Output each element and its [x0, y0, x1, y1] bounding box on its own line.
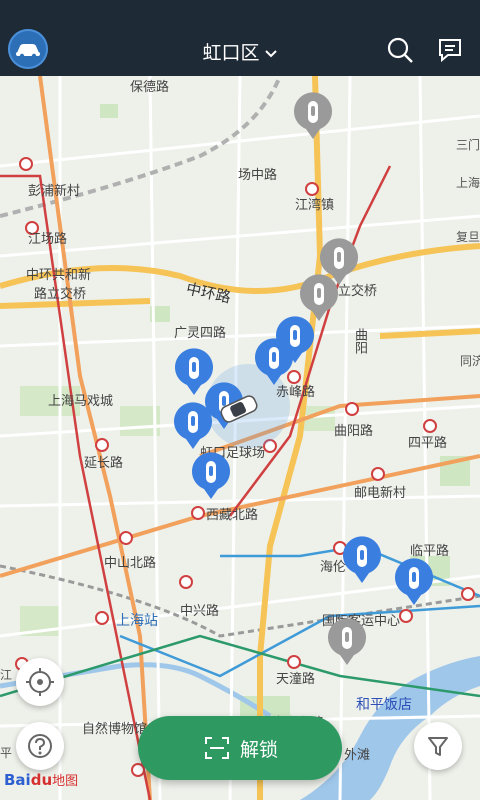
search-icon[interactable] [386, 36, 414, 64]
map-label: 广灵四路 [174, 326, 227, 341]
baidu-brand-du: du [30, 771, 53, 789]
unlock-button[interactable]: 解锁 [138, 716, 342, 780]
map-view[interactable]: 保德路 彭浦新村 场中路 江湾镇 江场路 中环共和新 路立交桥 中环路 立交桥 … [0, 76, 480, 800]
baidu-map-attribution: Baidu地图 [4, 770, 78, 789]
map-label: 曲阳 [352, 328, 367, 354]
map-label: 复旦 [456, 230, 480, 244]
vehicle-pin-gray[interactable] [298, 274, 340, 322]
map-label: 江场路 [28, 232, 68, 247]
map-label: 江湾镇 [295, 198, 335, 213]
baidu-brand: Bai [4, 771, 31, 789]
map-label: 中环共和新 [26, 268, 92, 283]
map-label: 延长路 [84, 456, 124, 471]
map-label: 邮电新村 [354, 486, 407, 501]
baidu-map-text: 地图 [52, 774, 79, 789]
vehicle-pin-blue[interactable] [172, 402, 214, 450]
map-label: 平 [0, 746, 13, 760]
map-label: 四平路 [408, 436, 448, 451]
map-label: 中山北路 [104, 556, 157, 571]
map-label: 西藏北路 [206, 508, 259, 523]
map-label: 同济 [460, 354, 480, 368]
map-label: 中兴路 [180, 604, 220, 619]
map-label: 彭浦新村 [28, 184, 81, 199]
map-label: 上海站 [116, 613, 158, 629]
current-location-car-icon [217, 394, 261, 424]
scan-icon [205, 737, 229, 759]
map-label: 临平路 [410, 544, 450, 559]
district-title: 虹口区 [202, 42, 260, 64]
map-label: 外滩 [344, 748, 371, 763]
map-label: 保德路 [130, 80, 170, 95]
map-label: 上海 [456, 176, 480, 190]
map-label: 自然博物馆 [82, 722, 148, 737]
map-label: 天潼路 [276, 672, 316, 687]
map-label: 上海马戏城 [48, 394, 114, 409]
chevron-down-icon [264, 42, 278, 64]
message-icon[interactable] [436, 36, 464, 64]
help-icon[interactable] [16, 722, 64, 770]
map-label: 场中路 [238, 168, 278, 183]
filter-icon[interactable] [414, 722, 462, 770]
map-label: 和平饭店 [356, 697, 412, 713]
unlock-label: 解锁 [240, 739, 279, 761]
map-label: 三门 [456, 138, 480, 152]
app-header: 虹口区 [0, 0, 480, 76]
vehicle-pin-gray[interactable] [326, 618, 368, 666]
vehicle-pin-blue[interactable] [341, 536, 383, 584]
vehicle-pin-blue[interactable] [190, 452, 232, 500]
vehicle-pin-blue[interactable] [393, 558, 435, 606]
locate-icon[interactable] [16, 658, 64, 706]
map-label: 江 [0, 668, 13, 682]
map-label: 路立交桥 [34, 287, 87, 302]
vehicle-pin-blue[interactable] [253, 338, 295, 386]
map-label: 曲阳路 [334, 424, 374, 439]
vehicle-pin-gray[interactable] [292, 92, 334, 140]
